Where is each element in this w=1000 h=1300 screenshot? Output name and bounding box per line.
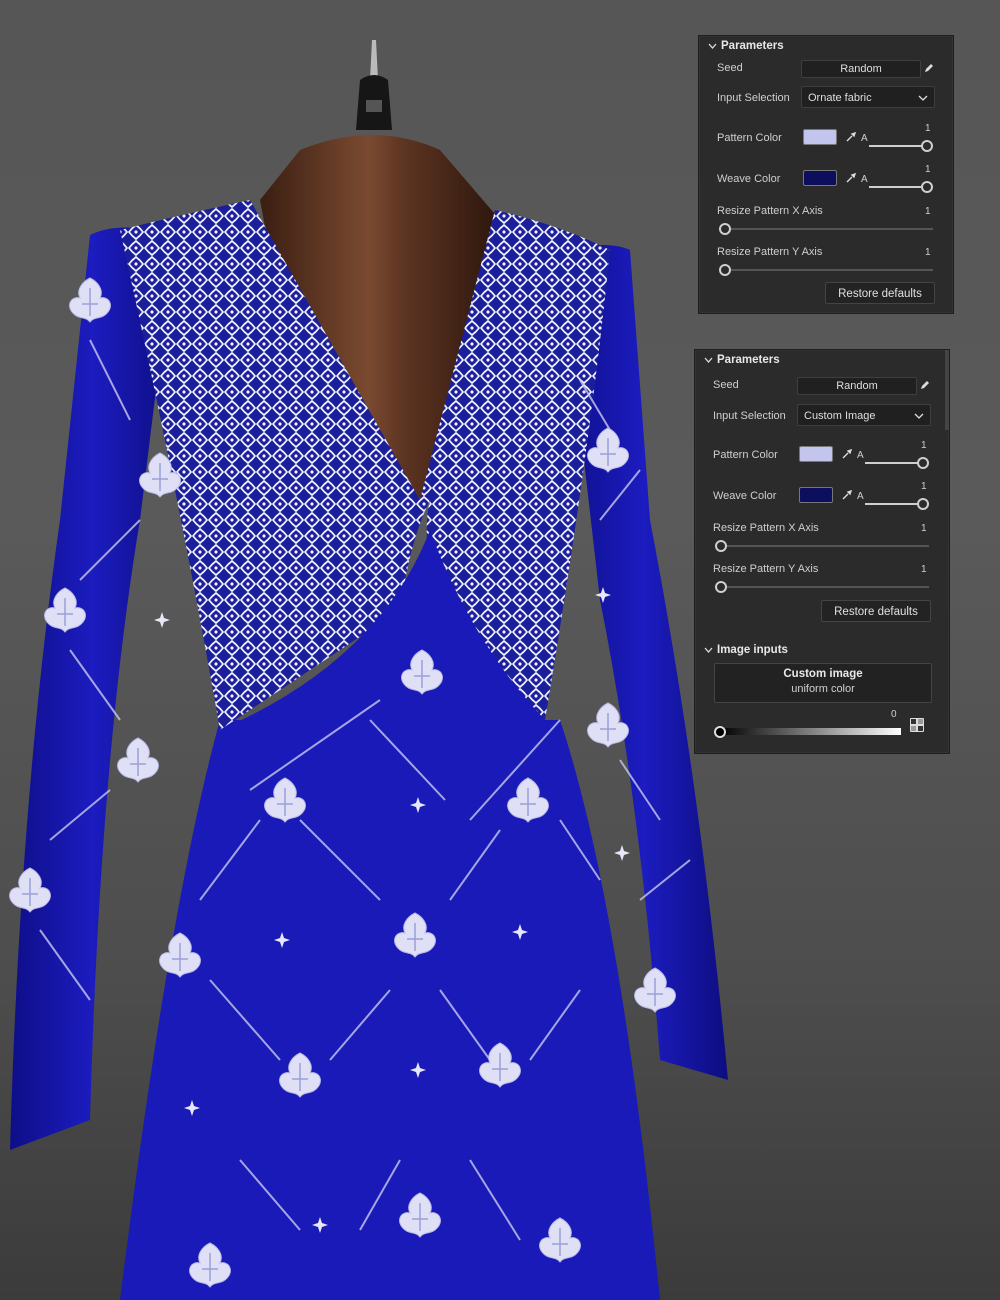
pattern-alpha-handle[interactable] (921, 140, 933, 152)
resize-y-handle[interactable] (719, 264, 731, 276)
resize-y-label: Resize Pattern Y Axis (713, 563, 819, 575)
pattern-color-swatch[interactable] (799, 446, 833, 462)
eyedropper-icon[interactable] (841, 448, 853, 460)
resize-x-value: 1 (921, 523, 927, 534)
restore-defaults-button[interactable]: Restore defaults (821, 600, 931, 622)
eyedropper-icon[interactable] (845, 131, 857, 143)
seed-random-button[interactable]: Random (797, 377, 917, 395)
resize-y-value: 1 (925, 247, 931, 258)
eyedropper-icon[interactable] (841, 489, 853, 501)
input-selection-value: Custom Image (804, 410, 876, 422)
pattern-color-label: Pattern Color (717, 132, 782, 144)
seed-random-button[interactable]: Random (801, 60, 921, 78)
pattern-alpha-label: A (861, 133, 868, 144)
input-selection-label: Input Selection (713, 410, 786, 422)
restore-defaults-button[interactable]: Restore defaults (825, 282, 935, 304)
image-slider-value: 0 (891, 709, 897, 720)
parameters-title: Parameters (717, 354, 780, 366)
parameters-header[interactable]: Parameters (699, 36, 953, 56)
resize-y-slider[interactable] (721, 269, 933, 271)
pattern-alpha-slider[interactable] (865, 462, 923, 464)
weave-alpha-handle[interactable] (921, 181, 933, 193)
pattern-alpha-value: 1 (925, 123, 931, 134)
pattern-alpha-handle[interactable] (917, 457, 929, 469)
input-selection-dropdown[interactable]: Custom Image (797, 404, 931, 426)
parameters-title: Parameters (721, 40, 784, 52)
image-value-handle[interactable] (714, 726, 726, 738)
resize-x-slider[interactable] (717, 545, 929, 547)
input-selection-value: Ornate fabric (808, 92, 872, 104)
input-selection-label: Input Selection (717, 92, 790, 104)
weave-color-label: Weave Color (713, 490, 777, 502)
pattern-color-label: Pattern Color (713, 449, 778, 461)
resize-x-handle[interactable] (715, 540, 727, 552)
pattern-color-swatch[interactable] (803, 129, 837, 145)
parameters-header[interactable]: Parameters (695, 350, 949, 370)
weave-color-swatch[interactable] (799, 487, 833, 503)
image-value-slider[interactable] (719, 728, 901, 735)
weave-alpha-label: A (861, 174, 868, 185)
weave-alpha-slider[interactable] (869, 186, 927, 188)
random-icon[interactable] (910, 718, 924, 732)
weave-alpha-value: 1 (925, 164, 931, 175)
pencil-icon[interactable] (919, 379, 931, 391)
weave-color-swatch[interactable] (803, 170, 837, 186)
resize-y-value: 1 (921, 564, 927, 575)
dropdown-arrow-icon (914, 413, 924, 419)
pattern-alpha-label: A (857, 450, 864, 461)
weave-alpha-slider[interactable] (865, 503, 923, 505)
resize-x-slider[interactable] (721, 228, 933, 230)
resize-x-handle[interactable] (719, 223, 731, 235)
resize-x-label: Resize Pattern X Axis (713, 522, 819, 534)
seed-label: Seed (717, 62, 743, 74)
pencil-icon[interactable] (923, 62, 935, 74)
resize-x-label: Resize Pattern X Axis (717, 205, 823, 217)
resize-y-slider[interactable] (717, 586, 929, 588)
resize-y-label: Resize Pattern Y Axis (717, 246, 823, 258)
seed-label: Seed (713, 379, 739, 391)
weave-alpha-handle[interactable] (917, 498, 929, 510)
custom-image-subtitle: uniform color (791, 683, 855, 695)
image-inputs-title: Image inputs (717, 644, 788, 656)
dropdown-arrow-icon (918, 95, 928, 101)
custom-image-input[interactable]: Custom image uniform color (714, 663, 932, 703)
chevron-down-icon[interactable] (701, 357, 715, 363)
chevron-down-icon[interactable] (705, 43, 719, 49)
custom-image-title: Custom image (783, 668, 863, 680)
resize-y-handle[interactable] (715, 581, 727, 593)
eyedropper-icon[interactable] (845, 172, 857, 184)
input-selection-dropdown[interactable]: Ornate fabric (801, 86, 935, 108)
weave-alpha-label: A (857, 491, 864, 502)
pattern-alpha-slider[interactable] (869, 145, 927, 147)
image-inputs-header[interactable]: Image inputs (695, 640, 955, 660)
weave-alpha-value: 1 (921, 481, 927, 492)
resize-x-value: 1 (925, 206, 931, 217)
chevron-down-icon[interactable] (701, 647, 715, 653)
parameters-panel-bottom: Parameters Seed Random Input Selection C… (694, 349, 950, 754)
parameters-panel-top: Parameters Seed Random Input Selection O… (698, 35, 954, 314)
pattern-alpha-value: 1 (921, 440, 927, 451)
weave-color-label: Weave Color (717, 173, 781, 185)
